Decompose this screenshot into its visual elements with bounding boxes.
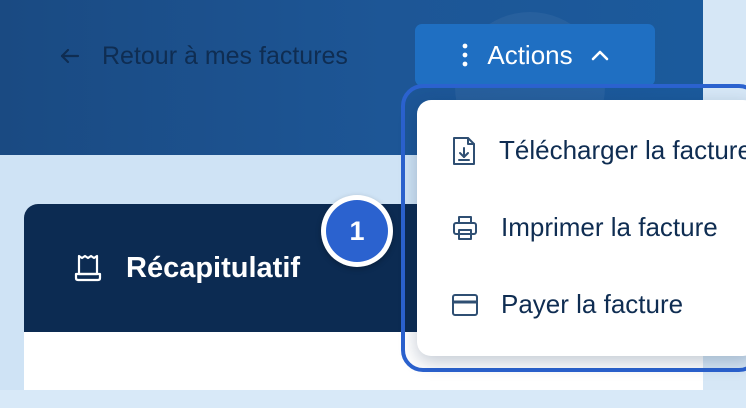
menu-item-pay-invoice[interactable]: Payer la facture (417, 266, 746, 343)
actions-button-label: Actions (487, 39, 573, 70)
printer-icon (451, 214, 479, 242)
card-icon (451, 293, 479, 317)
actions-button[interactable]: Actions (415, 24, 655, 86)
menu-item-label: Payer la facture (501, 289, 684, 319)
menu-item-print-invoice[interactable]: Imprimer la facture (417, 189, 746, 266)
back-link-label: Retour à mes factures (102, 41, 348, 70)
download-file-icon (451, 136, 477, 166)
menu-item-download-invoice[interactable]: Télécharger la facture (417, 112, 746, 189)
chevron-up-icon (591, 49, 609, 61)
step-number: 1 (326, 200, 388, 262)
summary-card-title: Récapitulatif (126, 251, 301, 284)
step-badge: 1 (321, 195, 393, 267)
actions-dropdown-menu: Télécharger la facture Imprimer la factu… (417, 100, 746, 356)
menu-item-label: Imprimer la facture (501, 212, 718, 242)
menu-item-label: Télécharger la facture (499, 135, 746, 165)
page-bottom-band (0, 390, 746, 408)
more-vertical-icon (461, 42, 469, 68)
arrow-left-icon (58, 44, 82, 68)
back-to-invoices-link[interactable]: Retour à mes factures (58, 38, 348, 74)
receipt-icon (72, 252, 104, 284)
